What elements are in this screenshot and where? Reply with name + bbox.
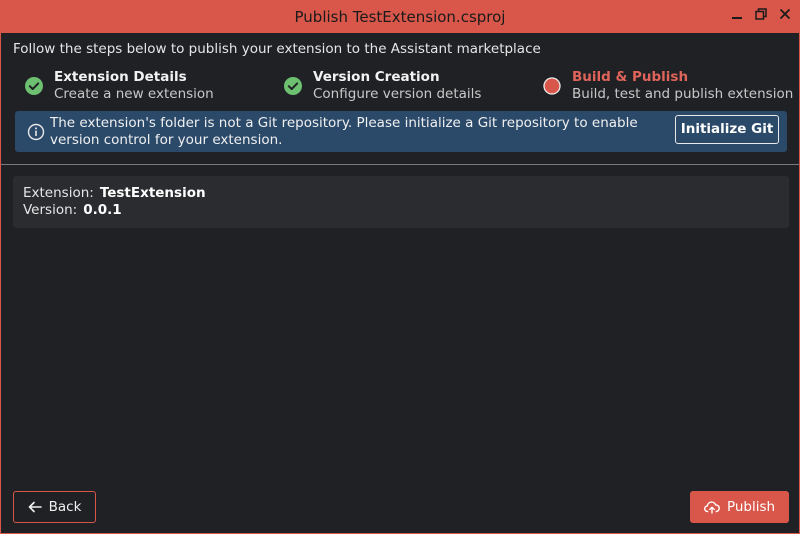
check-circle-icon (284, 77, 302, 95)
version-value: 0.0.1 (83, 202, 122, 218)
step-subtitle: Build, test and publish extension (572, 86, 794, 102)
info-icon (27, 123, 45, 141)
step-subtitle: Configure version details (313, 86, 482, 102)
step-title: Extension Details (54, 69, 187, 85)
step-subtitle: Create a new extension (54, 86, 214, 102)
arrow-left-icon (28, 501, 42, 513)
minimize-icon[interactable] (727, 7, 747, 27)
initialize-git-button[interactable]: Initialize Git (675, 115, 779, 144)
title-bar[interactable]: Publish TestExtension.csproj (1, 1, 799, 33)
extension-row: Extension: TestExtension (23, 185, 206, 201)
extension-label: Extension: (23, 185, 94, 201)
step-title: Build & Publish (572, 69, 689, 85)
step-title: Version Creation (313, 69, 440, 85)
extension-value: TestExtension (99, 185, 206, 201)
extension-info-panel: Extension: TestExtension Version: 0.0.1 (13, 176, 789, 228)
restore-icon[interactable] (751, 7, 771, 27)
banner-message: The extension's folder is not a Git repo… (50, 115, 638, 148)
publish-label: Publish (726, 499, 776, 515)
git-warning-banner: The extension's folder is not a Git repo… (15, 111, 787, 152)
intro-text: Follow the steps below to publish your e… (13, 41, 541, 57)
close-icon[interactable] (775, 7, 795, 27)
window-title: Publish TestExtension.csproj (294, 8, 506, 26)
divider (1, 164, 799, 165)
version-label: Version: (23, 202, 78, 218)
active-step-icon (543, 77, 561, 95)
version-row: Version: 0.0.1 (23, 202, 122, 218)
publish-dialog: Publish TestExtension.csproj Follow the … (0, 0, 800, 534)
publish-button[interactable]: Publish (690, 491, 789, 523)
back-button[interactable]: Back (13, 491, 96, 523)
check-circle-icon (25, 77, 43, 95)
back-label: Back (48, 499, 82, 515)
cloud-upload-icon (703, 501, 720, 514)
